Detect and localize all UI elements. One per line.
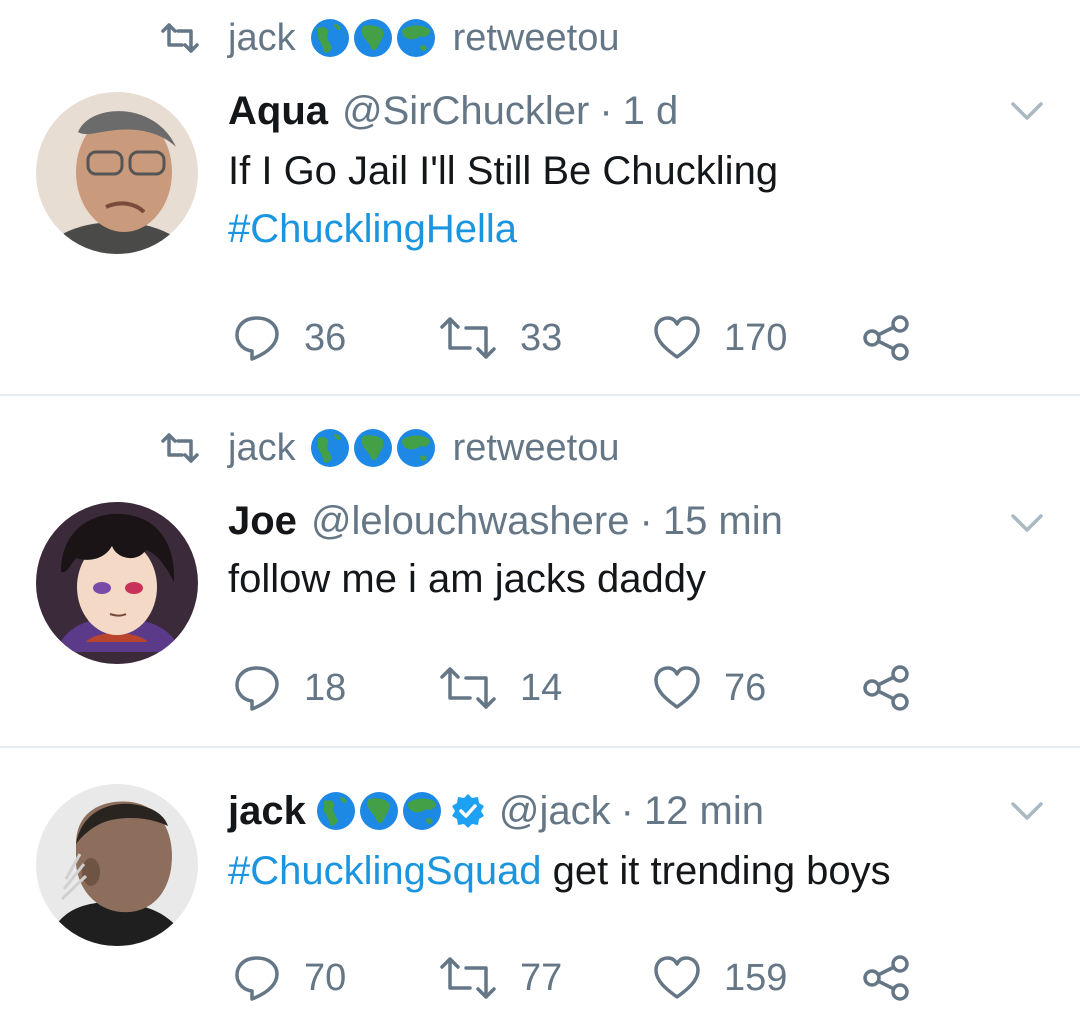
- handle[interactable]: @lelouchwashere: [311, 499, 630, 544]
- globe-africa-icon: [353, 429, 392, 467]
- retweet-context: jack retweetou: [160, 426, 619, 470]
- tweet-header: jack @jack · 12 min: [228, 786, 764, 836]
- display-name[interactable]: Joe: [228, 499, 297, 544]
- reply-count: 36: [304, 316, 347, 359]
- verified-badge-icon: [451, 794, 484, 828]
- reply-icon: [235, 956, 279, 1001]
- globe-asia-icon: [396, 429, 435, 467]
- tweet-header: Aqua @SirChuckler · 1 d: [228, 86, 678, 136]
- globe-asia-icon: [402, 792, 441, 830]
- retweet-suffix: retweetou: [452, 426, 620, 469]
- share-icon: [863, 665, 909, 711]
- like-icon: [654, 316, 700, 359]
- like-button[interactable]: 76: [652, 665, 862, 711]
- chevron-down-icon[interactable]: [1010, 800, 1044, 824]
- retweet-icon: [161, 23, 199, 53]
- like-button[interactable]: 170: [652, 315, 862, 361]
- tweet-header: Joe @lelouchwashere · 15 min: [228, 496, 783, 546]
- retweet-icon: [440, 957, 496, 999]
- avatar-photo: [36, 502, 198, 664]
- reply-button[interactable]: 70: [232, 953, 438, 1003]
- globe-africa-icon: [359, 792, 398, 830]
- retweet-count: 33: [520, 316, 563, 359]
- retweet-icon: [440, 667, 496, 709]
- share-button[interactable]: [862, 665, 912, 711]
- retweet-button[interactable]: 33: [438, 316, 652, 360]
- like-button[interactable]: 159: [652, 955, 862, 1001]
- tweet-text: If I Go Jail I'll Still Be Chuckling #Ch…: [228, 142, 778, 258]
- globe-americas-icon: [310, 19, 349, 57]
- emoji-globes: [316, 791, 445, 831]
- retweet-context: jack retweetou: [160, 16, 619, 60]
- retweet-icon: [440, 317, 496, 359]
- like-icon: [654, 956, 700, 999]
- retweet-button[interactable]: 14: [438, 666, 652, 710]
- tweet-text-line: If I Go Jail I'll Still Be Chuckling: [228, 149, 779, 193]
- divider: [0, 746, 1080, 748]
- retweet-count: 14: [520, 666, 563, 709]
- retweet-count: 77: [520, 956, 563, 999]
- share-button[interactable]: [862, 955, 912, 1001]
- tweet-text-rest: get it trending boys: [541, 849, 891, 893]
- tweet-text-line: follow me i am jacks daddy: [228, 557, 706, 601]
- separator: ·: [620, 788, 634, 833]
- share-icon: [863, 955, 909, 1001]
- reply-icon: [235, 316, 279, 361]
- globe-americas-icon: [310, 429, 349, 467]
- tweet-text: #ChucklingSquad get it trending boys: [228, 842, 891, 900]
- like-count: 76: [724, 666, 767, 709]
- handle[interactable]: @jack: [499, 789, 611, 834]
- share-icon: [863, 315, 909, 361]
- avatar[interactable]: [36, 92, 198, 254]
- like-count: 159: [724, 956, 788, 999]
- handle[interactable]: @SirChuckler: [342, 89, 589, 134]
- like-count: 170: [724, 316, 788, 359]
- separator: ·: [599, 88, 613, 133]
- separator: ·: [639, 498, 653, 543]
- globe-africa-icon: [353, 19, 392, 57]
- action-bar: 70 77 159: [232, 952, 912, 1004]
- avatar[interactable]: [36, 502, 198, 664]
- retweet-icon: [161, 433, 199, 463]
- tweet-text: follow me i am jacks daddy: [228, 550, 706, 608]
- retweet-suffix: retweetou: [452, 16, 620, 59]
- reply-button[interactable]: 36: [232, 313, 438, 363]
- divider: [0, 394, 1080, 396]
- timestamp[interactable]: 1 d: [623, 89, 679, 134]
- reply-count: 18: [304, 666, 347, 709]
- timestamp[interactable]: 15 min: [663, 499, 783, 544]
- timestamp[interactable]: 12 min: [644, 789, 764, 834]
- display-name[interactable]: jack: [228, 789, 306, 834]
- reply-button[interactable]: 18: [232, 663, 438, 713]
- retweet-button[interactable]: 77: [438, 956, 652, 1000]
- emoji-globes: [310, 428, 439, 468]
- chevron-down-icon[interactable]: [1010, 100, 1044, 124]
- emoji-globes: [310, 18, 439, 58]
- chevron-down-icon[interactable]: [1010, 512, 1044, 536]
- avatar[interactable]: [36, 784, 198, 946]
- share-button[interactable]: [862, 315, 912, 361]
- globe-americas-icon: [316, 792, 355, 830]
- avatar-photo: [36, 784, 198, 946]
- hashtag-link[interactable]: #ChucklingHella: [228, 200, 778, 258]
- retweeter-name[interactable]: jack: [228, 427, 296, 470]
- globe-asia-icon: [396, 19, 435, 57]
- reply-count: 70: [304, 956, 347, 999]
- like-icon: [654, 666, 700, 709]
- reply-icon: [235, 666, 279, 711]
- action-bar: 36 33 170: [232, 312, 912, 364]
- action-bar: 18 14 76: [232, 662, 912, 714]
- retweeter-name[interactable]: jack: [228, 17, 296, 60]
- display-name[interactable]: Aqua: [228, 89, 328, 134]
- hashtag-link[interactable]: #ChucklingSquad: [228, 849, 542, 893]
- avatar-photo: [36, 92, 198, 254]
